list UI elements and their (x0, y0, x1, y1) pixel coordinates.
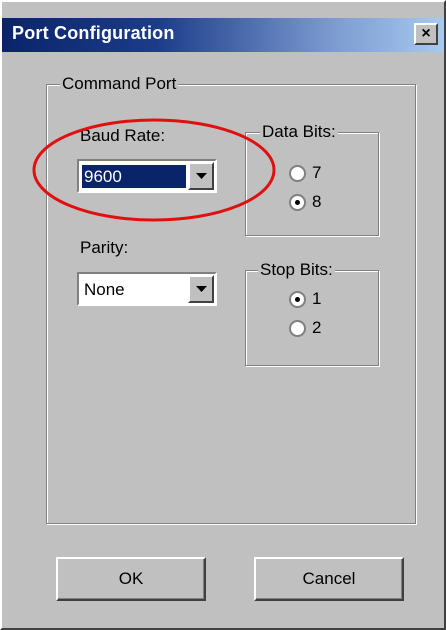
title-bar[interactable]: Port Configuration × (2, 18, 444, 52)
cancel-button-label: Cancel (302, 569, 356, 588)
annotation-ellipse (32, 118, 276, 222)
close-icon: × (421, 25, 431, 42)
dialog-title: Port Configuration (12, 23, 175, 43)
ok-button-label: OK (118, 569, 144, 588)
parity-value: None (84, 280, 125, 299)
stop-bits-label: Stop Bits: (258, 260, 335, 280)
parity-label: Parity: (80, 238, 129, 257)
stop-bits-1-label: 1 (312, 289, 322, 308)
data-bits-8-radio[interactable] (289, 194, 306, 211)
port-configuration-dialog: Port Configuration × Command Port Baud R… (0, 0, 446, 630)
radio-dot (295, 200, 300, 205)
data-bits-8-label: 8 (312, 192, 322, 211)
parity-select[interactable]: None (77, 272, 217, 306)
radio-dot (295, 297, 300, 302)
cancel-button[interactable]: Cancel (254, 557, 404, 601)
stop-bits-2-label: 2 (312, 318, 322, 337)
close-button[interactable]: × (414, 23, 438, 45)
parity-dropdown-button[interactable] (188, 275, 214, 303)
data-bits-7-label: 7 (312, 163, 322, 182)
stop-bits-2-radio[interactable] (289, 320, 306, 337)
ok-button[interactable]: OK (56, 557, 206, 601)
data-bits-7-radio[interactable] (289, 165, 306, 182)
stop-bits-1-radio[interactable] (289, 291, 306, 308)
command-port-label: Command Port (60, 74, 179, 94)
chevron-down-icon (196, 286, 207, 292)
